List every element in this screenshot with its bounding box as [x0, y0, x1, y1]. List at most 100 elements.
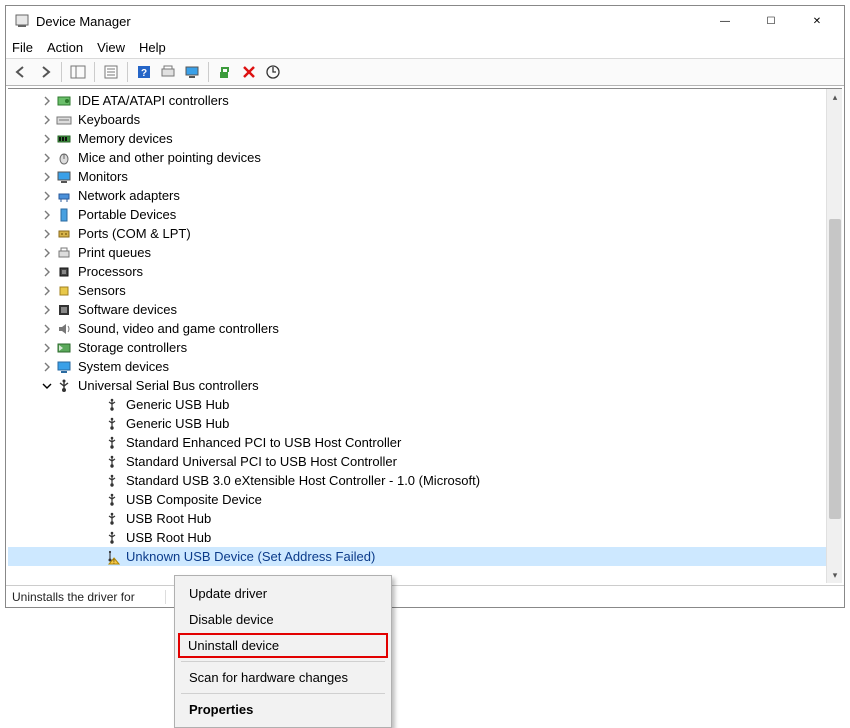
vertical-scrollbar[interactable]: ▴ ▾ [826, 89, 842, 583]
device-manager-window: Device Manager — ☐ ✕ File Action View He… [5, 5, 845, 608]
cm-uninstall-device[interactable]: Uninstall device [178, 633, 388, 658]
tree-node[interactable]: Software devices [8, 300, 826, 319]
sensor-icon [56, 283, 72, 299]
menu-view[interactable]: View [97, 40, 125, 55]
printer-button[interactable] [157, 61, 179, 83]
statusbar: Uninstalls the driver for [6, 585, 844, 607]
tree-node[interactable]: Print queues [8, 243, 826, 262]
usb-icon [104, 397, 120, 413]
tree-node[interactable]: Mice and other pointing devices [8, 148, 826, 167]
menu-help[interactable]: Help [139, 40, 166, 55]
tree-node[interactable]: Network adapters [8, 186, 826, 205]
cm-disable-device[interactable]: Disable device [179, 607, 387, 632]
cm-separator [181, 661, 385, 662]
chevron-icon[interactable] [40, 151, 54, 165]
scroll-up-icon[interactable]: ▴ [827, 89, 842, 105]
tree-node-label: System devices [78, 359, 169, 374]
cm-update-driver[interactable]: Update driver [179, 581, 387, 606]
tree-node[interactable]: Storage controllers [8, 338, 826, 357]
tree-node-label: Memory devices [78, 131, 173, 146]
chevron-icon[interactable] [40, 189, 54, 203]
titlebar[interactable]: Device Manager — ☐ ✕ [6, 6, 844, 36]
tree-node-label: USB Root Hub [126, 530, 211, 545]
tree-node[interactable]: Ports (COM & LPT) [8, 224, 826, 243]
forward-button[interactable] [34, 61, 56, 83]
cpu-icon [56, 264, 72, 280]
show-hide-tree-button[interactable] [67, 61, 89, 83]
tree-node[interactable]: IDE ATA/ATAPI controllers [8, 91, 826, 110]
app-icon [14, 13, 30, 29]
device-tree[interactable]: IDE ATA/ATAPI controllers Keyboards Memory… [8, 89, 826, 583]
chevron-icon[interactable] [40, 341, 54, 355]
close-button[interactable]: ✕ [794, 6, 840, 36]
tree-node[interactable]: Memory devices [8, 129, 826, 148]
tree-node[interactable]: Sound, video and game controllers [8, 319, 826, 338]
display-button[interactable] [181, 61, 203, 83]
tree-child-node[interactable]: Standard Enhanced PCI to USB Host Contro… [8, 433, 826, 452]
chevron-icon[interactable] [40, 132, 54, 146]
help-button[interactable]: ? [133, 61, 155, 83]
tree-node-label: Standard Universal PCI to USB Host Contr… [126, 454, 397, 469]
scroll-down-icon[interactable]: ▾ [827, 567, 842, 583]
chevron-icon[interactable] [40, 113, 54, 127]
maximize-button[interactable]: ☐ [748, 6, 794, 36]
content-area: IDE ATA/ATAPI controllers Keyboards Memory… [8, 88, 842, 583]
tree-node-label: Sound, video and game controllers [78, 321, 279, 336]
tree-node-label: Universal Serial Bus controllers [78, 378, 259, 393]
tree-node-label: Standard USB 3.0 eXtensible Host Control… [126, 473, 480, 488]
tree-node-label: Sensors [78, 283, 126, 298]
tree-node-label: Keyboards [78, 112, 140, 127]
cm-separator [181, 693, 385, 694]
tree-child-node[interactable]: USB Root Hub [8, 528, 826, 547]
chevron-icon[interactable] [40, 227, 54, 241]
sound-icon [56, 321, 72, 337]
usb-icon [104, 511, 120, 527]
chevron-icon[interactable] [40, 246, 54, 260]
tree-child-node[interactable]: Standard USB 3.0 eXtensible Host Control… [8, 471, 826, 490]
chevron-icon[interactable] [40, 208, 54, 222]
monitor-icon [56, 169, 72, 185]
tree-child-node[interactable]: USB Root Hub [8, 509, 826, 528]
chevron-icon[interactable] [40, 322, 54, 336]
chevron-icon[interactable] [40, 265, 54, 279]
cm-scan-hardware[interactable]: Scan for hardware changes [179, 665, 387, 690]
cm-properties[interactable]: Properties [179, 697, 387, 722]
tree-node[interactable]: Processors [8, 262, 826, 281]
chevron-icon[interactable] [40, 360, 54, 374]
tree-child-node[interactable]: Generic USB Hub [8, 395, 826, 414]
chevron-icon[interactable] [40, 379, 54, 393]
minimize-button[interactable]: — [702, 6, 748, 36]
chevron-icon[interactable] [40, 303, 54, 317]
tree-node[interactable]: Universal Serial Bus controllers [8, 376, 826, 395]
tree-node[interactable]: Monitors [8, 167, 826, 186]
chevron-icon[interactable] [40, 284, 54, 298]
tree-node[interactable]: Portable Devices [8, 205, 826, 224]
tree-child-node[interactable]: !Unknown USB Device (Set Address Failed) [8, 547, 826, 566]
tree-node[interactable]: Sensors [8, 281, 826, 300]
scan-hardware-button[interactable] [262, 61, 284, 83]
uninstall-button[interactable] [238, 61, 260, 83]
menu-action[interactable]: Action [47, 40, 83, 55]
menu-file[interactable]: File [12, 40, 33, 55]
tree-child-node[interactable]: Generic USB Hub [8, 414, 826, 433]
scroll-thumb[interactable] [829, 219, 841, 519]
back-button[interactable] [10, 61, 32, 83]
system-icon [56, 359, 72, 375]
properties-button[interactable] [100, 61, 122, 83]
chevron-icon[interactable] [40, 170, 54, 184]
chevron-icon[interactable] [40, 94, 54, 108]
software-icon [56, 302, 72, 318]
usb-icon [104, 492, 120, 508]
usb-icon [104, 473, 120, 489]
window-title: Device Manager [36, 14, 702, 29]
tree-child-node[interactable]: Standard Universal PCI to USB Host Contr… [8, 452, 826, 471]
tree-node-label: Storage controllers [78, 340, 187, 355]
tree-node-label: Network adapters [78, 188, 180, 203]
update-driver-button[interactable] [214, 61, 236, 83]
mouse-icon [56, 150, 72, 166]
tree-node-label: IDE ATA/ATAPI controllers [78, 93, 229, 108]
tree-node[interactable]: System devices [8, 357, 826, 376]
tree-child-node[interactable]: USB Composite Device [8, 490, 826, 509]
tree-node-label: Processors [78, 264, 143, 279]
tree-node[interactable]: Keyboards [8, 110, 826, 129]
